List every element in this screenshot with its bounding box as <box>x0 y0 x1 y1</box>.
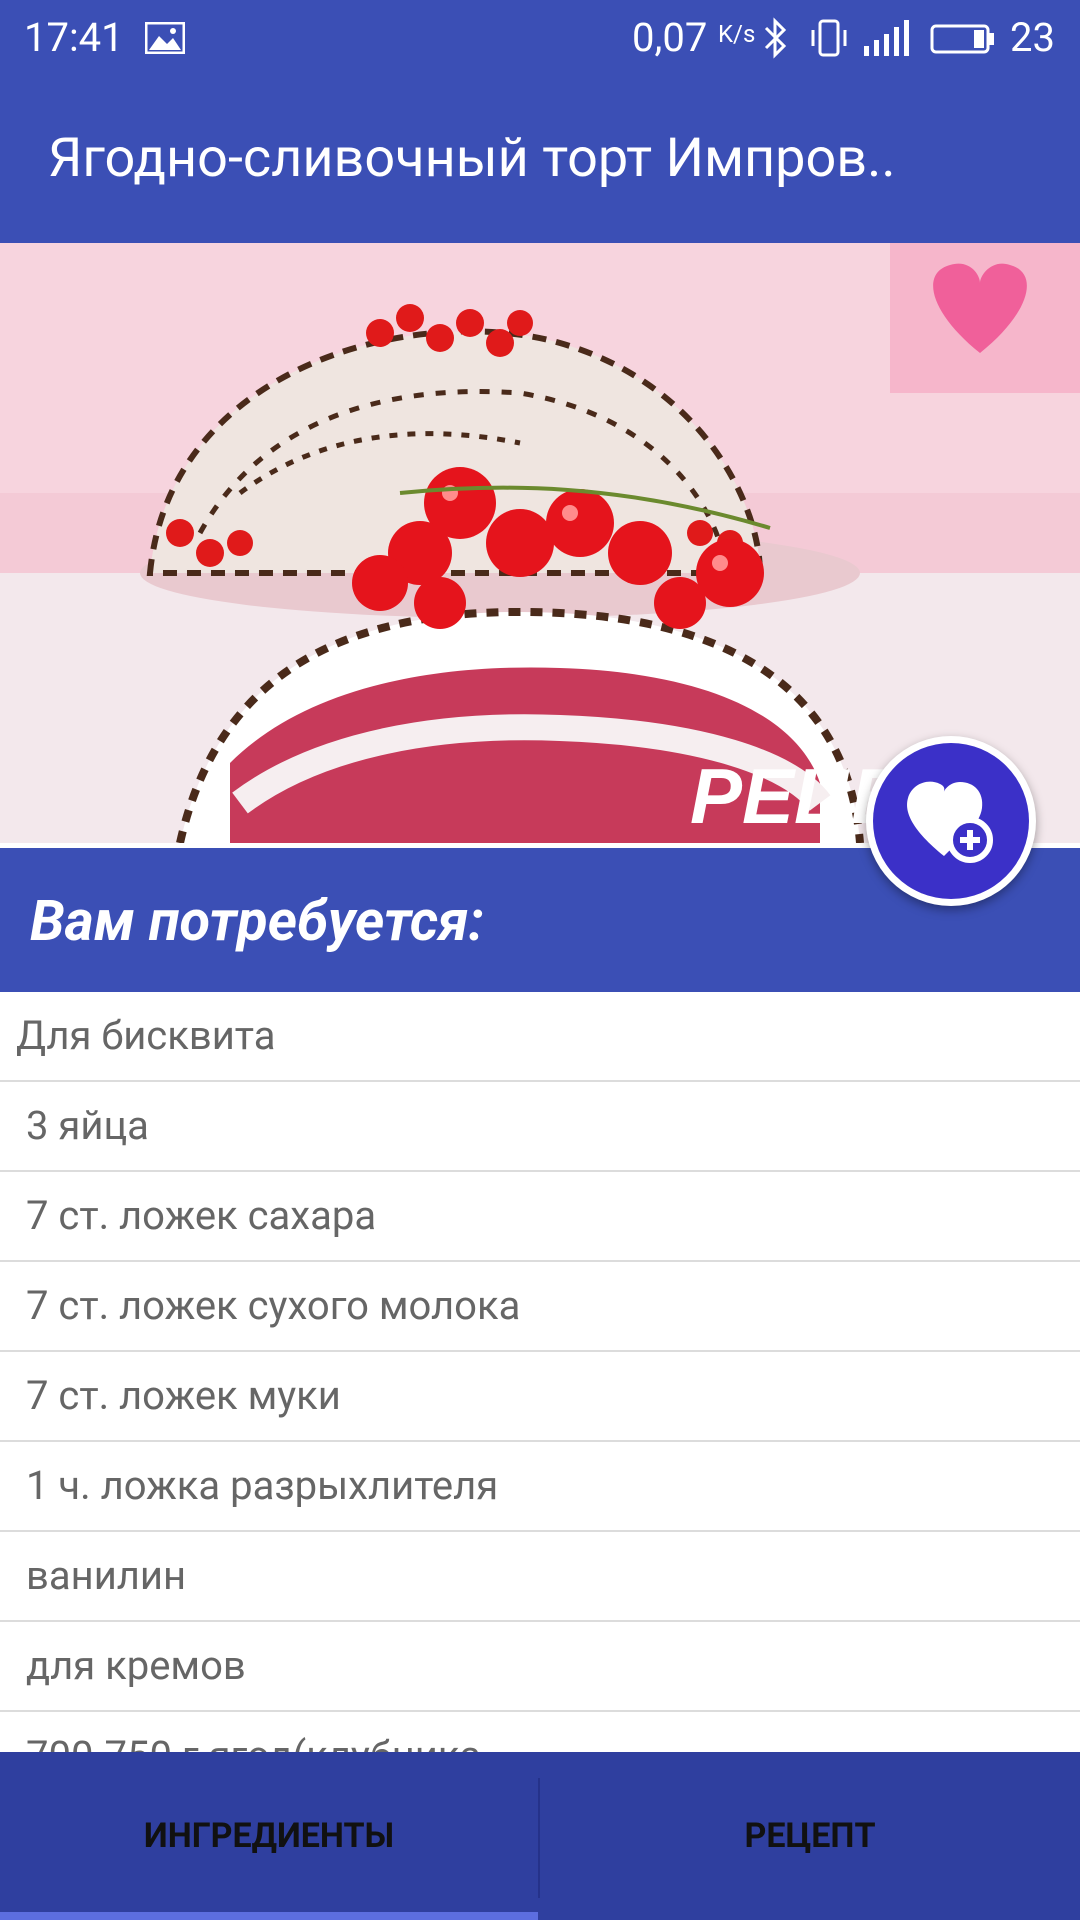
tab-ingredients[interactable]: ИНГРЕДИЕНТЫ <box>0 1752 538 1920</box>
bluetooth-icon <box>764 17 787 59</box>
list-item: для кремов <box>0 1622 1080 1712</box>
signal-icon <box>864 20 909 56</box>
list-item: ванилин <box>0 1532 1080 1622</box>
app-bar: Ягодно-сливочный торт Импров.. <box>0 75 1080 243</box>
battery-icon <box>930 24 994 54</box>
list-item: 7 ст. ложек муки <box>0 1352 1080 1442</box>
list-item: 7 ст. ложек сухого молока <box>0 1262 1080 1352</box>
network-speed-unit: K/s <box>718 20 756 48</box>
list-item: Для бисквита <box>0 992 1080 1082</box>
list-item: 7 ст. ложек сахара <box>0 1172 1080 1262</box>
bottom-tab-bar: ИНГРЕДИЕНТЫ РЕЦЕПТ <box>0 1752 1080 1920</box>
add-to-favorites-button[interactable] <box>866 736 1036 906</box>
heart-plus-icon <box>907 781 993 863</box>
active-tab-indicator <box>0 1912 538 1920</box>
ingredients-list[interactable]: Для бисквита 3 яйца 7 ст. ложек сахара 7… <box>0 992 1080 1772</box>
list-item: 1 ч. ложка разрыхлителя <box>0 1442 1080 1532</box>
tab-divider <box>538 1778 540 1898</box>
page-title: Ягодно-сливочный торт Импров.. <box>48 127 896 190</box>
ingredients-heading: Вам потребуется: <box>30 888 485 954</box>
network-speed: 0,07 <box>632 14 708 61</box>
tab-recipe[interactable]: РЕЦЕПТ <box>541 1752 1079 1920</box>
image-icon <box>145 22 185 54</box>
vibrate-icon <box>811 19 847 57</box>
status-bar: 17:41 0,07 K/s 23 <box>0 0 1080 75</box>
battery-level: 23 <box>1010 14 1055 61</box>
status-time: 17:41 <box>24 14 124 61</box>
list-item: 3 яйца <box>0 1082 1080 1172</box>
